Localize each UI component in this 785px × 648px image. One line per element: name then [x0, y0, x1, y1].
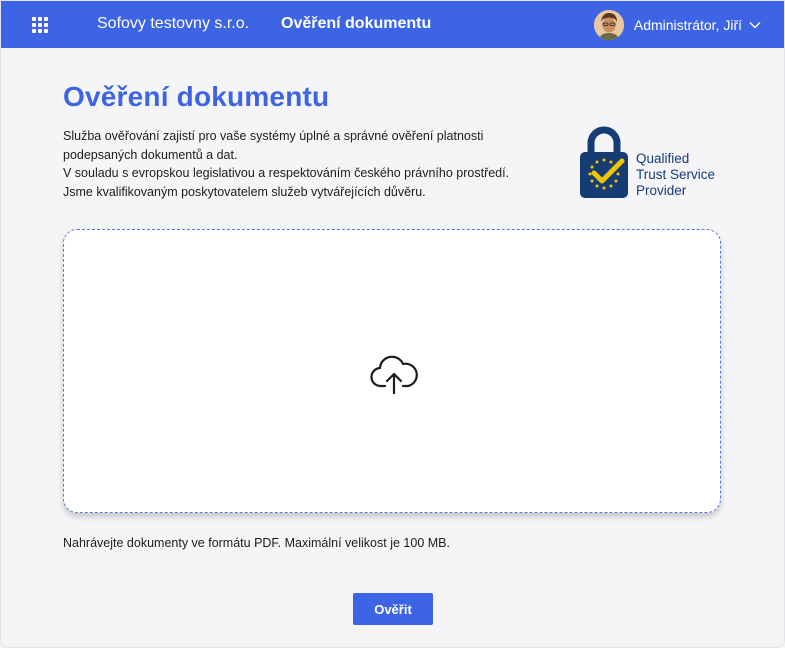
badge-line: Provider: [636, 183, 687, 198]
description-line: podepsaných dokumentů a dat.: [63, 147, 238, 162]
app-grid-icon[interactable]: [32, 17, 48, 33]
avatar: [593, 10, 624, 40]
company-name-link[interactable]: Sofovy testovny s.r.o.: [97, 15, 249, 33]
cloud-upload-icon: [370, 355, 418, 395]
current-page-nav-title: Ověření dokumentu: [281, 15, 432, 32]
service-description: Služba ověřování zajistí pro vaše systém…: [63, 127, 563, 201]
user-name: Administrátor, Jiří: [633, 17, 742, 33]
chevron-down-icon: [749, 22, 761, 29]
top-navigation-bar: Sofovy testovny s.r.o. Ověření dokumentu…: [1, 1, 784, 48]
description-line: Jsme kvalifikovaným poskytovatelem služe…: [63, 184, 426, 199]
verify-button[interactable]: Ověřit: [353, 593, 433, 625]
file-dropzone[interactable]: [63, 229, 721, 513]
badge-line: Trust Service: [636, 167, 716, 182]
app-window: Sofovy testovny s.r.o. Ověření dokumentu…: [0, 0, 785, 648]
description-line: V souladu s evropskou legislativou a res…: [63, 166, 510, 180]
badge-line: Qualified: [636, 151, 690, 166]
padlock-trust-icon: [580, 126, 628, 198]
user-menu[interactable]: Administrátor, Jiří: [593, 10, 762, 40]
description-line: Služba ověřování zajistí pro vaše systém…: [63, 129, 484, 143]
page-title: Ověření dokumentu: [63, 81, 330, 112]
upload-hint: Nahrávejte dokumenty ve formátu PDF. Max…: [63, 536, 450, 550]
qualified-trust-service-badge: Qualified Trust Service Provider: [579, 125, 739, 199]
